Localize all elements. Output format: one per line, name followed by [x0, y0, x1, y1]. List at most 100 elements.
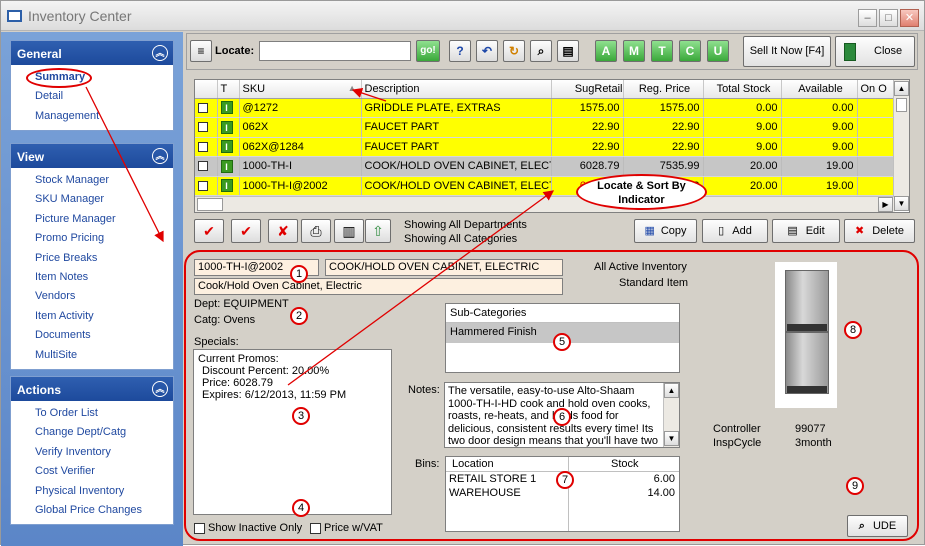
locate-sort-callout: Locate & Sort By Indicator: [576, 174, 707, 210]
price-vat-checkbox[interactable]: Price w/VAT: [310, 522, 383, 534]
table-row[interactable]: I 1000-TH-I COOK/HOLD OVEN CABINET, ELEC…: [195, 156, 896, 177]
list-view-icon[interactable]: ▥: [334, 219, 364, 243]
delete-button[interactable]: ✖ Delete: [844, 219, 915, 243]
callout-text: Locate & Sort By Indicator: [597, 180, 686, 206]
help-icon[interactable]: ?: [449, 40, 471, 62]
bins-header-location: Location: [452, 458, 494, 470]
up-arrow-icon[interactable]: ⇧: [365, 219, 391, 243]
grid-header-description[interactable]: Description: [361, 80, 552, 99]
collapse-icon[interactable]: ︽: [152, 381, 168, 397]
filter-c-button[interactable]: C: [679, 40, 701, 62]
minimize-button[interactable]: –: [858, 9, 877, 27]
nav-physical-inventory[interactable]: Physical Inventory: [35, 482, 173, 501]
oven-control-panel: [787, 386, 827, 393]
grid-vertical-scrollbar[interactable]: ▲: [893, 80, 909, 196]
refresh-icon[interactable]: ↻: [503, 40, 525, 62]
collapse-icon[interactable]: ︽: [152, 148, 168, 164]
nav-stock-manager[interactable]: Stock Manager: [35, 171, 173, 190]
grid-header-totalstock[interactable]: Total Stock: [703, 80, 782, 99]
grid-header-type[interactable]: T: [217, 80, 240, 99]
locate-input[interactable]: [259, 41, 411, 61]
nav-detail[interactable]: Detail: [35, 87, 173, 106]
collapse-icon[interactable]: ︽: [152, 45, 168, 61]
grid-header-sku[interactable]: SKU ▲: [239, 80, 362, 99]
grid-header-available[interactable]: Available: [781, 80, 858, 99]
detail-long-description-field[interactable]: Cook/Hold Oven Cabinet, Electric: [194, 278, 563, 295]
nav-promo-pricing[interactable]: Promo Pricing: [35, 229, 173, 248]
check-all-icon[interactable]: ✔: [231, 219, 261, 243]
type-indicator-icon: I: [220, 120, 233, 134]
hscroll-thumb[interactable]: [197, 198, 223, 211]
menu-icon[interactable]: ≡: [190, 40, 212, 62]
bins-table: Location Stock RETAIL STORE 1 6.00 WAREH…: [445, 456, 680, 532]
ude-button[interactable]: ⌕ UDE: [847, 515, 908, 537]
copy-button[interactable]: ▦ Copy: [634, 219, 697, 243]
checkmark-icon[interactable]: ✔: [194, 219, 224, 243]
nav-documents[interactable]: Documents: [35, 326, 173, 345]
scroll-up-icon[interactable]: ▲: [664, 383, 679, 398]
undo-icon[interactable]: ↶: [476, 40, 498, 62]
nav-verify-inventory[interactable]: Verify Inventory: [35, 443, 173, 462]
detail-description-field[interactable]: COOK/HOLD OVEN CABINET, ELECTRIC: [325, 259, 563, 276]
go-button[interactable]: go!: [416, 40, 440, 62]
nav-multisite[interactable]: MultiSite: [35, 346, 173, 365]
nav-global-price-changes[interactable]: Global Price Changes: [35, 501, 173, 520]
scroll-thumb[interactable]: [896, 98, 907, 112]
nav-cost-verifier[interactable]: Cost Verifier: [35, 462, 173, 481]
nav-vendors[interactable]: Vendors: [35, 287, 173, 306]
general-section-header[interactable]: General ︽: [11, 41, 173, 65]
filter-t-button[interactable]: T: [651, 40, 673, 62]
notes-scrollbar[interactable]: ▲ ▼: [663, 383, 679, 447]
nav-picture-manager[interactable]: Picture Manager: [35, 210, 173, 229]
filter-a-button[interactable]: A: [595, 40, 617, 62]
add-button[interactable]: ▯ Add: [702, 219, 768, 243]
filter-m-button[interactable]: M: [623, 40, 645, 62]
table-row[interactable]: I 1000-TH-I@2002 COOK/HOLD OVEN CABINET,…: [195, 176, 896, 196]
checkbox[interactable]: [310, 522, 321, 534]
grid-header-on-order[interactable]: On O: [857, 80, 896, 99]
grid-horizontal-scrollbar[interactable]: ▶: [195, 196, 895, 212]
sell-it-now-button[interactable]: Sell It Now [F4]: [743, 36, 831, 67]
cell-description: FAUCET PART: [361, 117, 552, 138]
scroll-down-icon[interactable]: ▼: [894, 196, 909, 211]
print-icon[interactable]: ⎙: [301, 219, 331, 243]
nav-sku-manager[interactable]: SKU Manager: [35, 190, 173, 209]
view-section-header[interactable]: View ︽: [11, 144, 173, 168]
table-row[interactable]: I @1272 GRIDDLE PLATE, EXTRAS 1575.00 15…: [195, 98, 896, 118]
filter-u-button[interactable]: U: [707, 40, 729, 62]
show-inactive-checkbox[interactable]: Show Inactive Only: [194, 522, 302, 534]
uncheck-icon[interactable]: ✘: [268, 219, 298, 243]
grid-header-regprice[interactable]: Reg. Price: [623, 80, 704, 99]
add-label: Add: [732, 225, 752, 237]
cell-sugretail: 6028.79: [551, 156, 624, 177]
binoculars-icon[interactable]: ⌕: [530, 40, 552, 62]
nav-to-order-list[interactable]: To Order List: [35, 404, 173, 423]
row-checkbox[interactable]: [198, 180, 208, 191]
row-checkbox[interactable]: [198, 122, 208, 133]
nav-change-dept-catg[interactable]: Change Dept/Catg: [35, 423, 173, 442]
row-checkbox[interactable]: [198, 141, 208, 152]
maximize-button[interactable]: □: [879, 9, 898, 27]
search-document-icon[interactable]: ▤: [557, 40, 579, 62]
table-row[interactable]: I 062X FAUCET PART 22.90 22.90 9.00 9.00: [195, 117, 896, 138]
scroll-down-icon[interactable]: ▼: [664, 431, 679, 446]
scroll-right-icon[interactable]: ▶: [878, 197, 893, 212]
close-window-button[interactable]: ✕: [900, 9, 919, 27]
controller-value: 99077: [795, 423, 826, 435]
nav-item-notes[interactable]: Item Notes: [35, 268, 173, 287]
nav-item-activity[interactable]: Item Activity: [35, 307, 173, 326]
edit-button[interactable]: ▤ Edit: [772, 219, 840, 243]
checkbox[interactable]: [194, 522, 205, 534]
annotation-marker-6: 6: [553, 408, 571, 426]
scroll-up-icon[interactable]: ▲: [894, 81, 909, 96]
nav-management[interactable]: Management: [35, 107, 173, 126]
nav-price-breaks[interactable]: Price Breaks: [35, 249, 173, 268]
close-button[interactable]: Close: [835, 36, 915, 67]
table-row[interactable]: I 062X@1284 FAUCET PART 22.90 22.90 9.00…: [195, 137, 896, 157]
actions-section-header[interactable]: Actions ︽: [11, 377, 173, 401]
edit-document-icon: ▤: [787, 225, 798, 237]
row-checkbox[interactable]: [198, 102, 208, 113]
toolbar: ≡ Locate: go! ? ↶ ↻ ⌕ ▤ A M T C U Sell I…: [186, 33, 918, 70]
row-checkbox[interactable]: [198, 161, 208, 172]
grid-header-sugretail[interactable]: SugRetail: [551, 80, 624, 99]
